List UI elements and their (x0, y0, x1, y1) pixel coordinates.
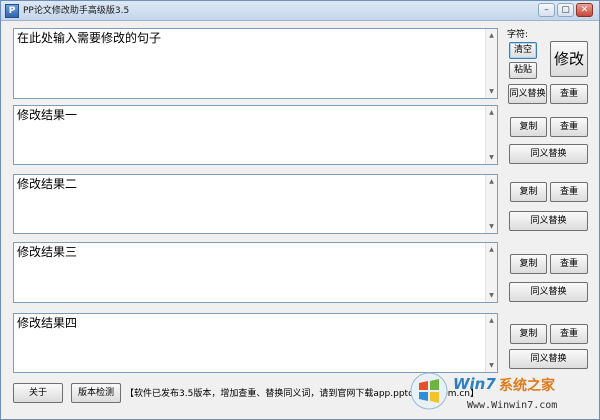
result-scrollbar-3[interactable]: ▲ ▼ (485, 243, 497, 302)
result-text-2: 修改结果二 (17, 177, 78, 191)
result-2-copy-button[interactable]: 复制 (510, 182, 547, 202)
result-4-copy-button[interactable]: 复制 (510, 324, 547, 344)
result-1-check-button[interactable]: 查重 (550, 117, 588, 137)
scroll-up-arrow-icon[interactable]: ▲ (486, 244, 497, 255)
result-scrollbar-4[interactable]: ▲ ▼ (485, 314, 497, 372)
title-bar[interactable]: P PP论文修改助手高级版3.5 – ▢ ✕ (1, 1, 599, 21)
result-text-3: 修改结果三 (17, 245, 78, 259)
result-1-synonym-button[interactable]: 同义替换 (509, 144, 588, 164)
modify-button[interactable]: 修改 (550, 41, 588, 77)
result-scrollbar-2[interactable]: ▲ ▼ (485, 175, 497, 233)
result-3-check-button[interactable]: 查重 (550, 254, 588, 274)
watermark-brand: Win7 (453, 375, 496, 393)
watermark-brand-cn: 系统之家 (499, 378, 555, 394)
result-3-synonym-button[interactable]: 同义替换 (509, 282, 588, 302)
clear-button[interactable]: 清空 (509, 42, 537, 59)
scroll-down-arrow-icon[interactable]: ▼ (486, 221, 497, 232)
scroll-down-arrow-icon[interactable]: ▼ (486, 86, 497, 97)
minimize-button[interactable]: – (538, 3, 555, 17)
scroll-up-arrow-icon[interactable]: ▲ (486, 107, 497, 118)
scroll-down-arrow-icon[interactable]: ▼ (486, 290, 497, 301)
input-textarea[interactable]: 在此处输入需要修改的句子 ▲ ▼ (13, 28, 498, 99)
result-text-1: 修改结果一 (17, 108, 78, 122)
input-synonym-button[interactable]: 同义替换 (508, 84, 547, 104)
close-button[interactable]: ✕ (576, 3, 593, 17)
watermark-url: Www.Winwin7.com (467, 400, 558, 411)
scroll-down-arrow-icon[interactable]: ▼ (486, 152, 497, 163)
windows-logo-icon (410, 372, 448, 410)
paste-button[interactable]: 粘贴 (509, 62, 537, 79)
version-check-button[interactable]: 版本检测 (71, 383, 121, 403)
input-check-button[interactable]: 查重 (550, 84, 588, 104)
result-textarea-2[interactable]: 修改结果二 ▲ ▼ (13, 174, 498, 234)
input-text: 在此处输入需要修改的句子 (17, 31, 162, 45)
result-4-synonym-button[interactable]: 同义替换 (509, 349, 588, 369)
maximize-button[interactable]: ▢ (557, 3, 574, 17)
result-textarea-1[interactable]: 修改结果一 ▲ ▼ (13, 105, 498, 165)
result-4-check-button[interactable]: 查重 (550, 324, 588, 344)
result-scrollbar-1[interactable]: ▲ ▼ (485, 106, 497, 164)
chars-label: 字符: (507, 30, 529, 40)
input-scrollbar[interactable]: ▲ ▼ (485, 29, 497, 98)
result-2-check-button[interactable]: 查重 (550, 182, 588, 202)
result-textarea-3[interactable]: 修改结果三 ▲ ▼ (13, 242, 498, 303)
result-textarea-4[interactable]: 修改结果四 ▲ ▼ (13, 313, 498, 373)
about-button[interactable]: 关于 (13, 383, 63, 403)
scroll-up-arrow-icon[interactable]: ▲ (486, 176, 497, 187)
scroll-down-arrow-icon[interactable]: ▼ (486, 360, 497, 371)
scroll-up-arrow-icon[interactable]: ▲ (486, 30, 497, 41)
result-1-copy-button[interactable]: 复制 (510, 117, 547, 137)
window-title: PP论文修改助手高级版3.5 (23, 6, 130, 16)
result-3-copy-button[interactable]: 复制 (510, 254, 547, 274)
scroll-up-arrow-icon[interactable]: ▲ (486, 315, 497, 326)
result-2-synonym-button[interactable]: 同义替换 (509, 211, 588, 231)
app-window: P PP论文修改助手高级版3.5 – ▢ ✕ 在此处输入需要修改的句子 ▲ ▼ … (0, 0, 600, 420)
app-icon: P (5, 4, 19, 18)
result-text-4: 修改结果四 (17, 316, 78, 330)
